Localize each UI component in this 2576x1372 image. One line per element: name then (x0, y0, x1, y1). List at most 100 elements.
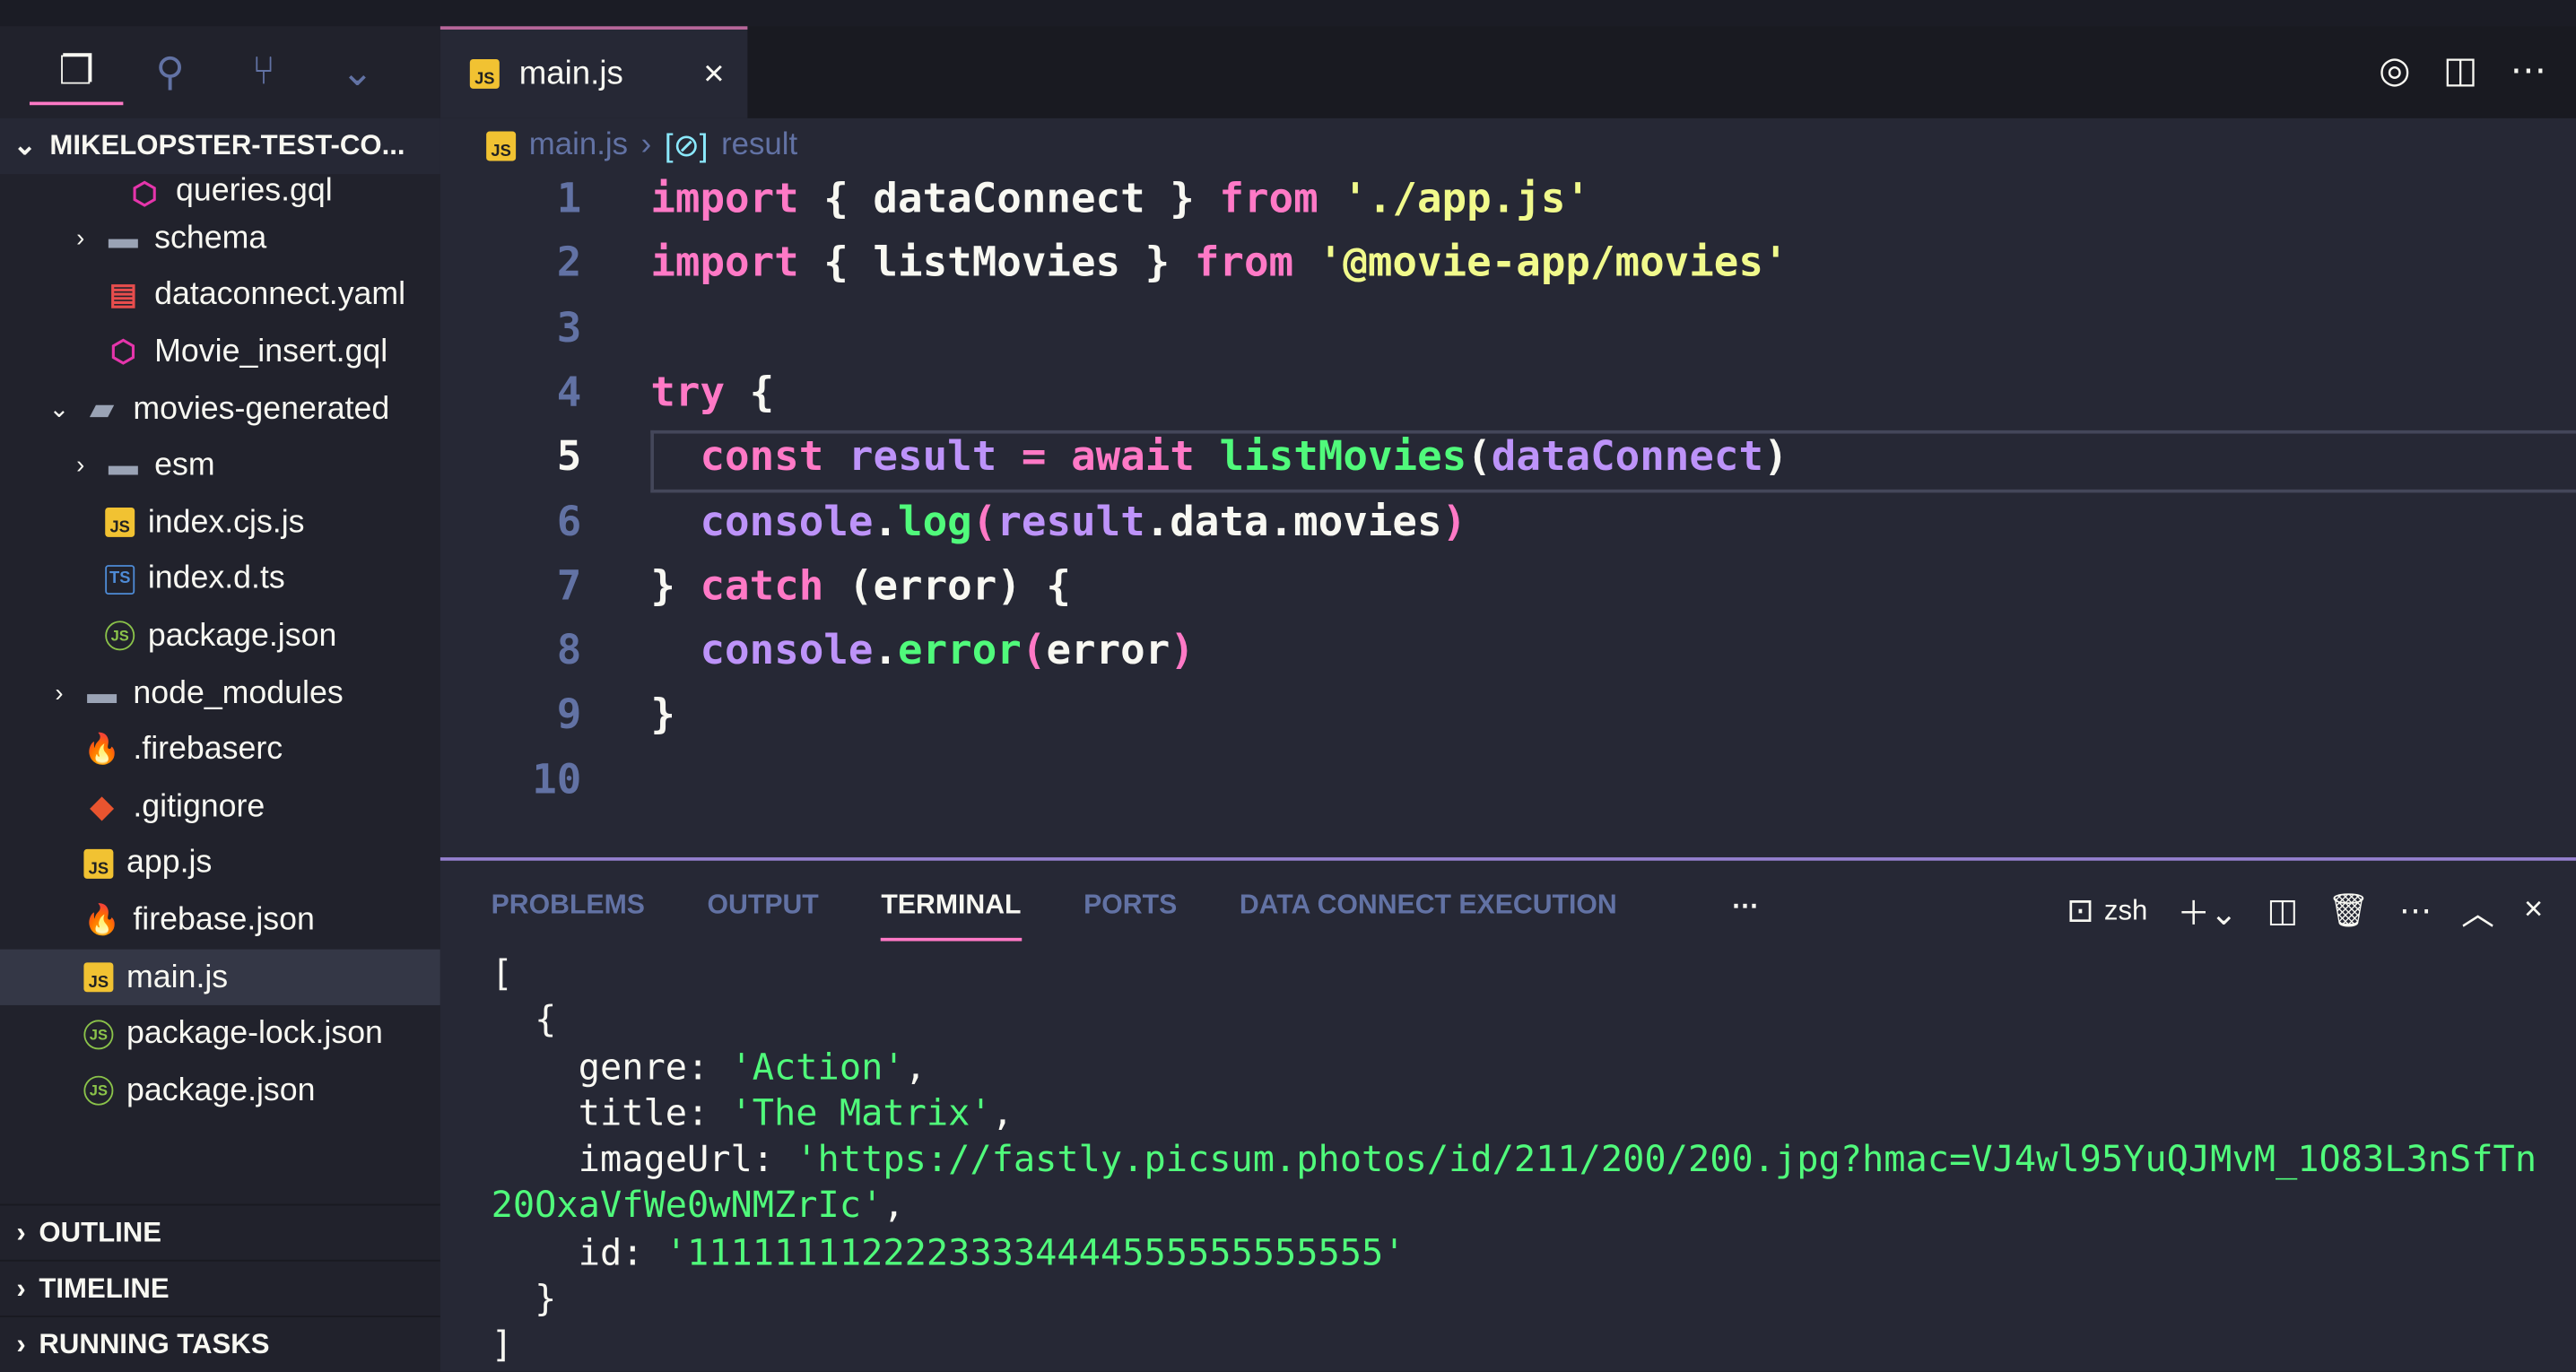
sidebar: ❐ ⚲ ⑂ ⌄ ⌄ MIKELOPSTER-TEST-CO... ⬡ queries… (0, 26, 440, 1372)
data-connect-icon[interactable]: ◎ (2379, 49, 2410, 92)
code-line: import { listMovies } from '@movie-app/m… (650, 239, 1788, 287)
chevron-down-icon[interactable]: ⌄ (310, 39, 404, 105)
code-line: } catch (error) { (650, 561, 1072, 610)
file-tree-item[interactable]: 🔥 .firebaserc (0, 722, 440, 778)
code-line: try { (650, 368, 775, 416)
split-editor-icon[interactable]: ◫ (2443, 49, 2477, 92)
terminal-icon[interactable]: ⊡ (2067, 890, 2094, 932)
more-icon[interactable]: ⋯ (2511, 49, 2546, 92)
file-tree-item[interactable]: ◆ .gitignore (0, 778, 440, 835)
chevron-down-icon: ⌄ (13, 129, 37, 161)
folder-icon: ▬ (108, 221, 138, 255)
explorer-icon[interactable]: ❐ (29, 39, 124, 106)
js-icon: JS (83, 962, 114, 993)
section-outline[interactable]: › OUTLINE (0, 1203, 440, 1260)
tab-main-js[interactable]: JS main.js × (439, 26, 748, 118)
breadcrumb: JS main.js › [⊘] result (440, 118, 2576, 174)
section-timeline[interactable]: › TIMELINE (0, 1259, 440, 1316)
close-icon[interactable]: × (703, 53, 725, 96)
file-tree-item[interactable]: › ▬ node_modules (0, 664, 440, 721)
file-tree-item[interactable]: › ▬ schema (0, 210, 440, 266)
code-editor[interactable]: JS main.js › [⊘] result 1 import { dataCo… (439, 117, 2576, 858)
chevron-icon: › (55, 679, 64, 708)
git-icon: ◆ (90, 789, 114, 823)
line-number: 5 (556, 432, 582, 481)
graphql-icon: ⬡ (109, 334, 136, 369)
close-icon[interactable]: × (2524, 892, 2543, 930)
code-line: } (650, 690, 675, 739)
line-number: 1 (556, 174, 582, 222)
line-number: 4 (556, 368, 582, 416)
trash-icon[interactable]: 🗑 (2328, 890, 2370, 932)
split-terminal-icon[interactable]: ◫ (2267, 890, 2299, 932)
file-tree-item[interactable]: ⬡ queries.gql (0, 174, 440, 210)
file-tree-item[interactable]: › ▬ esm (0, 438, 440, 494)
panel-tab-problems[interactable]: PROBLEMS (492, 890, 645, 942)
js-icon: JS (469, 58, 500, 89)
panel-tab-ports[interactable]: PORTS (1083, 890, 1177, 942)
folder-open-icon: ▰ (90, 391, 114, 425)
chevron-right-icon: › (16, 1216, 26, 1248)
activity-bar: ❐ ⚲ ⑂ ⌄ (0, 26, 440, 118)
chevron-icon: › (76, 224, 85, 253)
add-terminal-icon[interactable]: ＋⌄ (2177, 887, 2237, 934)
panel-tab-output[interactable]: OUTPUT (708, 890, 819, 942)
chevron-icon: › (76, 452, 85, 481)
title-bar (0, 0, 2576, 27)
more-icon[interactable]: ⋯ (2399, 890, 2432, 932)
file-tree-item[interactable]: TS index.d.ts (0, 551, 440, 608)
panel-tab-terminal[interactable]: TERMINAL (881, 890, 1022, 942)
file-tree-item[interactable]: JS package.json (0, 1063, 440, 1119)
folder-icon: ▬ (108, 448, 138, 482)
js-icon: JS (486, 131, 517, 161)
file-tree: ⬡ queries.gql › ▬ schema ▤ dataconnect.yaml ⬡ Mo… (0, 174, 440, 1159)
graphql-icon: ⬡ (131, 176, 158, 210)
ts-icon: TS (105, 564, 135, 595)
js-icon: JS (83, 848, 114, 879)
more-icon[interactable]: ⋯ (1732, 890, 1759, 924)
code-line: console.error(error) (700, 626, 1195, 674)
file-tree-item[interactable]: ⬡ Movie_insert.gql (0, 324, 440, 380)
yaml-icon: ▤ (109, 278, 137, 311)
firebase-icon: 🔥 (83, 903, 121, 936)
file-tree-item[interactable]: JS package-lock.json (0, 1006, 440, 1063)
panel-tab-data-connect-execution[interactable]: DATA CONNECT EXECUTION (1240, 890, 1617, 942)
line-number: 9 (556, 690, 582, 739)
code-line: import { dataConnect } from './app.js' (650, 174, 1590, 222)
source-control-icon[interactable]: ⑂ (217, 39, 310, 105)
search-icon[interactable]: ⚲ (123, 39, 216, 105)
panel-tabs: PROBLEMS OUTPUT TERMINAL PORTS DATA CONNECT … (492, 890, 1617, 942)
file-tree-item[interactable]: JS index.cjs.js (0, 494, 440, 551)
line-number: 2 (556, 239, 582, 287)
firebase-icon: 🔥 (83, 733, 121, 766)
line-number: 6 (556, 497, 582, 545)
maximize-panel-icon[interactable]: ︿ (2461, 887, 2494, 934)
bottom-panel: PROBLEMS OUTPUT TERMINAL PORTS DATA CONNECT … (439, 857, 2576, 1372)
file-tree-item[interactable]: JS package.json (0, 608, 440, 664)
section-running-tasks[interactable]: › RUNNING TASKS (0, 1316, 440, 1372)
json-icon: JS (83, 1019, 114, 1049)
vscode-window: ❐ ⚲ ⑂ ⌄ ⌄ MIKELOPSTER-TEST-CO... ⬡ queries… (0, 0, 2576, 1372)
code-line: const result = await listMovies(dataConn… (700, 432, 1788, 481)
line-number: 8 (556, 626, 582, 674)
explorer-root[interactable]: ⌄ MIKELOPSTER-TEST-CO... (0, 117, 440, 175)
variable-symbol-icon: [⊘] (664, 128, 709, 164)
file-tree-item[interactable]: ▤ dataconnect.yaml (0, 267, 440, 324)
chevron-right-icon: › (16, 1272, 26, 1304)
file-tree-item[interactable]: JS app.js (0, 835, 440, 891)
line-number: 7 (556, 561, 582, 610)
tab-bar: JS main.js × ◎ ◫ ⋯ (439, 26, 2576, 118)
chevron-right-icon: › (640, 127, 652, 163)
file-tree-item[interactable]: ⌄ ▰ movies-generated (0, 381, 440, 438)
file-tree-item[interactable]: JS main.js (0, 949, 440, 1006)
file-tree-item[interactable]: 🔥 firebase.json (0, 892, 440, 949)
folder-icon: ▬ (87, 675, 117, 709)
chevron-icon: ⌄ (48, 395, 70, 424)
line-number: 3 (556, 303, 582, 352)
json-icon: JS (105, 621, 135, 652)
js-icon: JS (105, 508, 135, 538)
chevron-right-icon: › (16, 1327, 26, 1359)
code-line: console.log(result.data.movies) (700, 497, 1467, 545)
terminal-output[interactable]: [ { genre: 'Action', title: 'The Matrix'… (492, 952, 2546, 1370)
line-number: 10 (532, 754, 582, 803)
